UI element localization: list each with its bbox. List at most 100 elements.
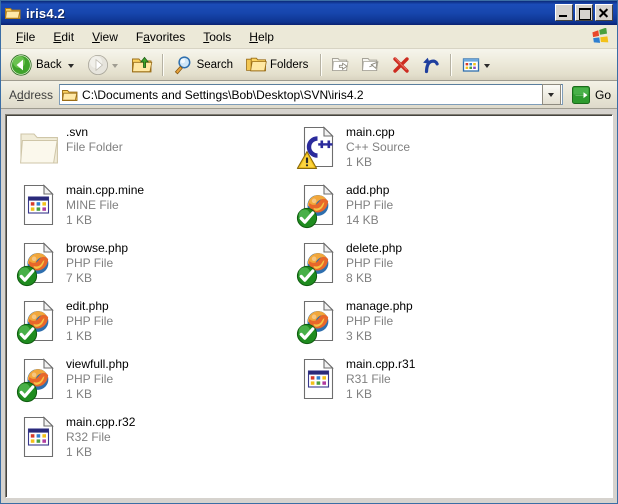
file-item[interactable]: delete.php PHP File 8 KB (296, 239, 564, 291)
file-item[interactable]: main.cpp.r32 R32 File 1 KB (16, 413, 284, 465)
file-type: File Folder (66, 140, 123, 154)
forward-button[interactable] (82, 51, 126, 79)
back-button[interactable]: Back (5, 51, 82, 79)
file-name: manage.php (346, 299, 413, 313)
copy-to-button[interactable] (356, 51, 386, 79)
file-type: R31 File (346, 372, 391, 386)
green-check-overlay-icon (16, 381, 38, 405)
file-item[interactable]: main.cpp.mine MINE File 1 KB (16, 181, 284, 233)
go-label: Go (594, 87, 611, 102)
file-text: manage.php PHP File 3 KB (346, 297, 413, 344)
green-check-overlay-icon (296, 323, 318, 347)
forward-dropdown-icon[interactable] (111, 63, 118, 68)
file-text: viewfull.php PHP File 1 KB (66, 355, 129, 402)
go-button[interactable]: Go (569, 85, 613, 105)
file-size: 1 KB (66, 213, 93, 227)
firefox-file-icon (296, 239, 342, 289)
file-text: add.php PHP File 14 KB (346, 181, 393, 228)
maximize-button[interactable] (575, 4, 593, 21)
file-text: edit.php PHP File 1 KB (66, 297, 113, 344)
back-dropdown-icon[interactable] (67, 63, 74, 68)
green-check-overlay-icon (16, 323, 38, 347)
menu-item-edit[interactable]: Edit (44, 28, 83, 46)
address-bar: Address C:\Documents and Settings\Bob\De… (1, 81, 617, 109)
file-list-pane[interactable]: .svn File Folder main.cpp.mine MINE File 1 … (5, 114, 613, 498)
folder-icon (5, 6, 21, 20)
explorer-window: iris4.2 File Edit View Favorites Tools H… (0, 0, 618, 504)
forward-arrow-icon (86, 53, 110, 77)
back-label: Back (36, 58, 62, 71)
undo-arrow-icon (420, 54, 442, 76)
go-arrow-icon (571, 85, 591, 105)
close-button[interactable] (595, 4, 613, 21)
file-size: 1 KB (66, 445, 93, 459)
file-item[interactable]: viewfull.php PHP File 1 KB (16, 355, 284, 407)
move-to-folder-icon (330, 54, 352, 76)
copy-to-folder-icon (360, 54, 382, 76)
folders-icon (245, 54, 267, 76)
file-size: 14 KB (346, 213, 379, 227)
menu-item-view[interactable]: View (83, 28, 127, 46)
file-type: MINE File (66, 198, 119, 212)
file-text: main.cpp C++ Source 1 KB (346, 123, 410, 170)
title-bar: iris4.2 (1, 1, 617, 25)
file-text: main.cpp.r31 R31 File 1 KB (346, 355, 415, 402)
menu-item-help[interactable]: Help (240, 28, 283, 46)
green-check-overlay-icon (16, 265, 38, 289)
back-arrow-icon (9, 53, 33, 77)
move-to-button[interactable] (326, 51, 356, 79)
file-text: main.cpp.mine MINE File 1 KB (66, 181, 144, 228)
up-button[interactable] (126, 51, 158, 79)
window-title: iris4.2 (26, 5, 65, 21)
address-dropdown-button[interactable] (541, 84, 561, 105)
minimize-button[interactable] (555, 4, 573, 21)
green-check-overlay-icon (296, 207, 318, 231)
file-item[interactable]: .svn File Folder (16, 123, 284, 175)
file-item[interactable]: add.php PHP File 14 KB (296, 181, 564, 233)
file-item[interactable]: manage.php PHP File 3 KB (296, 297, 564, 349)
menu-bar: File Edit View Favorites Tools Help (1, 25, 617, 49)
search-label: Search (196, 58, 234, 71)
file-size: 1 KB (66, 329, 93, 343)
file-text: .svn File Folder (66, 123, 123, 155)
views-button[interactable] (456, 51, 498, 79)
toolbar-separator-3 (450, 53, 453, 76)
file-name: main.cpp.mine (66, 183, 145, 197)
file-name: add.php (346, 183, 390, 197)
file-text: browse.php PHP File 7 KB (66, 239, 128, 286)
file-item[interactable]: browse.php PHP File 7 KB (16, 239, 284, 291)
file-item[interactable]: main.cpp C++ Source 1 KB (296, 123, 564, 175)
file-type: C++ Source (346, 140, 411, 154)
firefox-file-icon (16, 239, 62, 289)
address-input[interactable]: C:\Documents and Settings\Bob\Desktop\SV… (59, 84, 563, 105)
file-name: main.cpp.r31 (346, 357, 416, 371)
menu-item-file[interactable]: File (7, 28, 44, 46)
search-button[interactable]: Search (168, 51, 241, 79)
file-name: browse.php (66, 241, 129, 255)
file-name: viewfull.php (66, 357, 129, 371)
file-text: main.cpp.r32 R32 File 1 KB (66, 413, 135, 460)
undo-button[interactable] (416, 51, 446, 79)
chevron-down-icon (548, 92, 555, 97)
file-item[interactable]: main.cpp.r31 R31 File 1 KB (296, 355, 564, 407)
firefox-file-icon (16, 355, 62, 405)
generic-file-icon (296, 355, 342, 405)
address-label: Address (9, 87, 54, 102)
toolbar-separator (161, 53, 164, 76)
views-dropdown-icon[interactable] (484, 63, 491, 68)
folder-dimmed-icon (16, 123, 62, 173)
file-size: 1 KB (346, 155, 373, 169)
delete-button[interactable] (386, 51, 416, 79)
file-size: 1 KB (66, 387, 93, 401)
file-name: main.cpp (346, 125, 395, 139)
firefox-file-icon (16, 297, 62, 347)
folders-button[interactable]: Folders (241, 51, 316, 79)
delete-x-icon (390, 54, 412, 76)
file-name: delete.php (346, 241, 403, 255)
menu-item-favorites[interactable]: Favorites (127, 28, 194, 46)
file-item[interactable]: edit.php PHP File 1 KB (16, 297, 284, 349)
views-icon (460, 54, 482, 76)
menu-item-tools[interactable]: Tools (194, 28, 240, 46)
generic-file-icon (16, 413, 62, 463)
file-type: PHP File (346, 256, 394, 270)
